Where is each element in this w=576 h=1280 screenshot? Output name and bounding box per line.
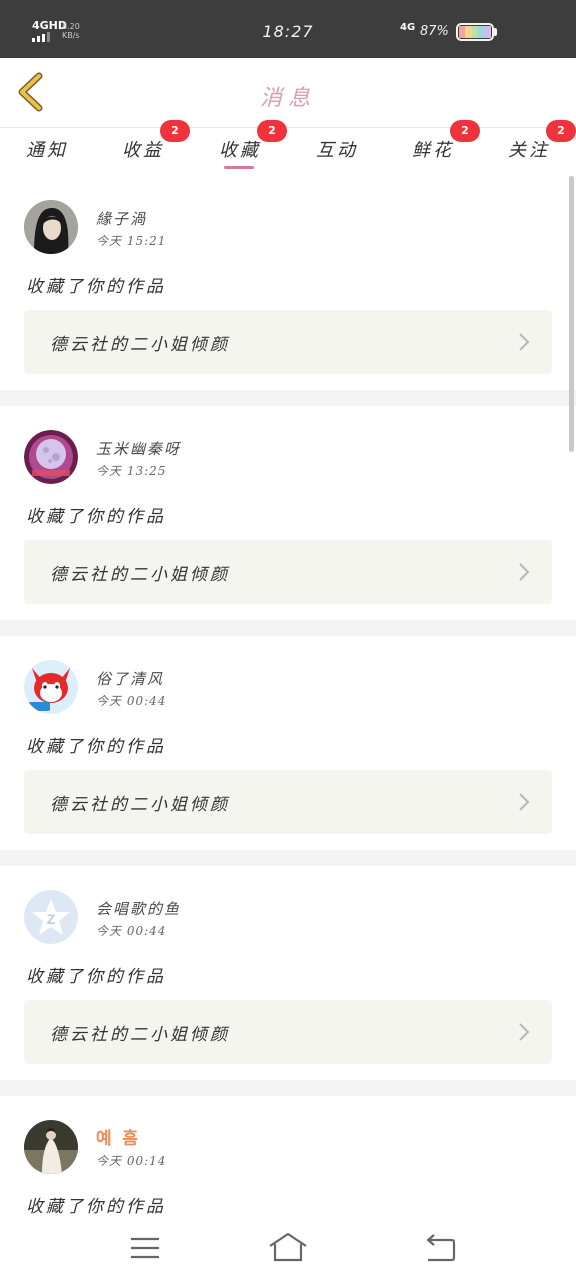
message-card: 예 흠 今天 00:14 收藏了你的作品 bbox=[0, 1096, 576, 1216]
active-tab-indicator bbox=[224, 166, 254, 169]
message-card: 俗了清风 今天 00:44 收藏了你的作品 德云社的二小姐倾颜 bbox=[0, 636, 576, 850]
timestamp: 今天 00:14 bbox=[96, 1154, 167, 1168]
message-card: Z 会唱歌的鱼 今天 00:44 收藏了你的作品 德云社的二小姐倾颜 bbox=[0, 866, 576, 1080]
back-nav-button[interactable] bbox=[416, 1230, 464, 1266]
work-title: 德云社的二小姐倾颜 bbox=[50, 1025, 230, 1045]
battery-tip bbox=[494, 28, 497, 36]
work-link[interactable]: 德云社的二小姐倾颜 bbox=[24, 310, 552, 374]
tab-label: 互动 bbox=[316, 140, 358, 161]
back-arrow-icon bbox=[426, 1234, 456, 1262]
action-text: 收藏了你的作品 bbox=[26, 277, 166, 297]
battery-percent: 87% bbox=[420, 24, 449, 39]
chevron-right-icon bbox=[519, 333, 530, 351]
message-card: 玉米幽秦呀 今天 13:25 收藏了你的作品 德云社的二小姐倾颜 bbox=[0, 406, 576, 620]
action-text: 收藏了你的作品 bbox=[26, 1197, 166, 1216]
avatar[interactable] bbox=[24, 200, 78, 254]
timestamp: 今天 15:21 bbox=[96, 234, 167, 248]
timestamp: 今天 13:25 bbox=[96, 464, 167, 478]
tab-notice[interactable]: 通知 bbox=[2, 136, 92, 162]
work-link[interactable]: 德云社的二小姐倾颜 bbox=[24, 770, 552, 834]
username[interactable]: 俗了清风 bbox=[96, 668, 164, 689]
action-text: 收藏了你的作品 bbox=[26, 967, 166, 987]
username[interactable]: 緣子渦 bbox=[96, 208, 147, 229]
status-bar: 4GHD 8.20 KB/s 18:27 4G 87% bbox=[0, 0, 576, 58]
avatar[interactable] bbox=[24, 430, 78, 484]
message-card: 緣子渦 今天 15:21 收藏了你的作品 德云社的二小姐倾颜 bbox=[0, 176, 576, 390]
tab-label: 收益 bbox=[122, 140, 164, 161]
tab-favorites-badge: 2 bbox=[257, 120, 287, 142]
message-list[interactable]: 緣子渦 今天 15:21 收藏了你的作品 德云社的二小姐倾颜 玉米幽秦呀 今天 … bbox=[0, 176, 576, 1216]
scrollbar[interactable] bbox=[569, 176, 574, 452]
tab-label: 鲜花 bbox=[412, 140, 454, 161]
battery-icon bbox=[456, 23, 494, 41]
avatar[interactable] bbox=[24, 660, 78, 714]
work-title: 德云社的二小姐倾颜 bbox=[50, 565, 230, 585]
tab-label: 关注 bbox=[508, 140, 550, 161]
network-type-right: 4G bbox=[400, 22, 416, 33]
tab-label: 收藏 bbox=[219, 140, 261, 161]
avatar[interactable]: Z bbox=[24, 890, 78, 944]
tab-interaction[interactable]: 互动 bbox=[292, 136, 382, 162]
action-text: 收藏了你的作品 bbox=[26, 737, 166, 757]
menu-button[interactable] bbox=[121, 1230, 169, 1266]
action-text: 收藏了你的作品 bbox=[26, 507, 166, 527]
home-button[interactable] bbox=[264, 1230, 312, 1266]
svg-text:Z: Z bbox=[47, 911, 56, 927]
chevron-right-icon bbox=[519, 563, 530, 581]
tab-label: 通知 bbox=[26, 140, 68, 161]
system-nav-bar bbox=[0, 1216, 576, 1280]
work-link[interactable]: 德云社的二小姐倾颜 bbox=[24, 540, 552, 604]
work-title: 德云社的二小姐倾颜 bbox=[50, 335, 230, 355]
home-icon bbox=[269, 1232, 307, 1262]
page-title: 消息 bbox=[259, 86, 316, 111]
chevron-right-icon bbox=[519, 793, 530, 811]
tab-follow-badge: 2 bbox=[546, 120, 576, 142]
username[interactable]: 会唱歌的鱼 bbox=[96, 898, 181, 919]
chevron-right-icon bbox=[519, 1023, 530, 1041]
app-header: 消息 bbox=[0, 58, 576, 128]
username[interactable]: 예 흠 bbox=[96, 1124, 141, 1149]
menu-icon bbox=[131, 1237, 159, 1259]
work-link[interactable]: 德云社的二小姐倾颜 bbox=[24, 1000, 552, 1064]
work-title: 德云社的二小姐倾颜 bbox=[50, 795, 230, 815]
tab-bar: 通知 收益 2 收藏 2 互动 鲜花 2 关注 2 bbox=[0, 120, 576, 172]
tab-flowers-badge: 2 bbox=[450, 120, 480, 142]
avatar[interactable] bbox=[24, 1120, 78, 1174]
tab-earnings-badge: 2 bbox=[160, 120, 190, 142]
timestamp: 今天 00:44 bbox=[96, 924, 167, 938]
username[interactable]: 玉米幽秦呀 bbox=[96, 438, 181, 459]
timestamp: 今天 00:44 bbox=[96, 694, 167, 708]
